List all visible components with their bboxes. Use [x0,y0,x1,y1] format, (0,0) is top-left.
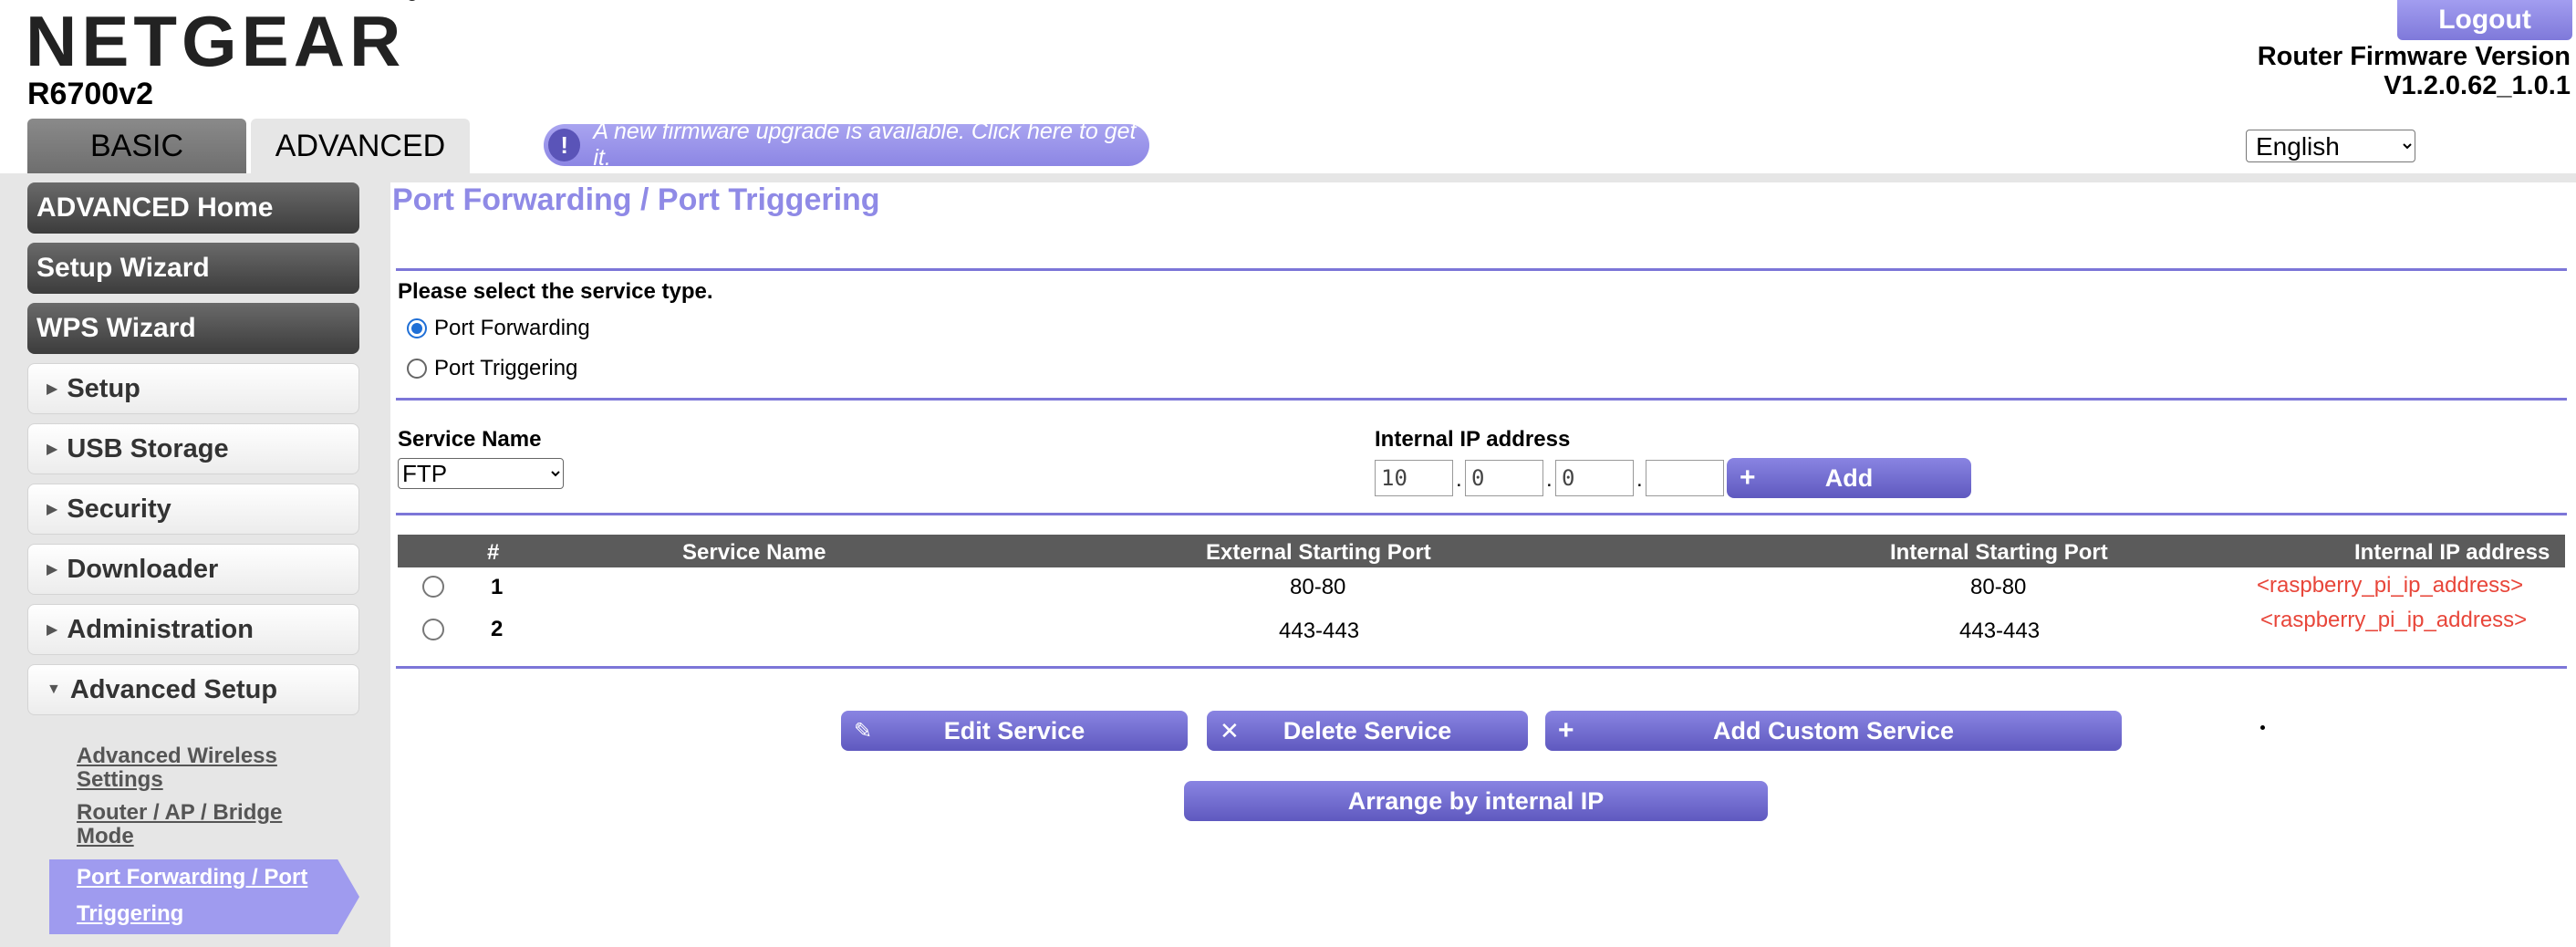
port-triggering-option[interactable]: Port Triggering [407,356,577,381]
tab-basic[interactable]: BASIC [27,119,246,173]
service-name-select[interactable]: FTP [398,458,564,489]
table-header: # Service Name External Starting Port In… [398,535,2565,567]
plus-icon: + [1740,463,1756,493]
firmware-banner-text: A new firmware upgrade is available. Cli… [593,119,1137,171]
triangle-down-icon: ▼ [47,682,61,697]
sidebar-link-router-ap-bridge[interactable]: Router / AP / Bridge Mode [77,801,282,848]
ip-octet-3[interactable] [1555,460,1634,496]
section-divider [396,268,2567,271]
edit-service-label: Edit Service [943,716,1085,744]
col-internal-port: Internal Starting Port [1890,540,2108,565]
triangle-right-icon: ▶ [47,502,58,517]
sidebar-item-usb-storage[interactable]: ▶ USB Storage [27,423,359,474]
page-title: Port Forwarding / Port Triggering [392,182,880,217]
delete-service-label: Delete Service [1283,716,1452,744]
ip-octet-4[interactable] [1646,460,1724,496]
sidebar-item-label: USB Storage [67,433,229,463]
add-button-label: Add [1824,463,1874,492]
section-divider [396,398,2567,401]
col-internal-ip: Internal IP address [2354,540,2550,565]
tab-advanced[interactable]: ADVANCED [251,119,470,173]
edit-service-button[interactable]: ✎ Edit Service [841,711,1188,751]
sidebar-setup-wizard[interactable]: Setup Wizard [27,243,359,294]
row-internal-port: 80-80 [1970,575,2027,599]
sidebar-item-label: Administration [67,614,254,644]
sidebar-link-port-forwarding[interactable]: Port Forwarding / Port Triggering [77,859,350,932]
port-forwarding-option[interactable]: Port Forwarding [407,316,590,341]
row-select-radio[interactable] [422,619,444,640]
row-internal-ip: <raspberry_pi_ip_address> [2257,573,2524,598]
add-custom-service-label: Add Custom Service [1712,716,1955,744]
triangle-right-icon: ▶ [47,562,58,578]
row-number: 1 [491,575,504,599]
sidebar-item-security[interactable]: ▶ Security [27,484,359,535]
delete-service-button[interactable]: ✕ Delete Service [1207,711,1528,751]
x-icon: ✕ [1220,716,1240,744]
sidebar-item-administration[interactable]: ▶ Administration [27,604,359,655]
section-divider [396,666,2567,669]
language-select[interactable]: English [2246,130,2415,162]
ip-octet-2[interactable] [1465,460,1543,496]
firmware-version-label: Router Firmware Version [2257,42,2571,71]
sidebar-item-advanced-setup[interactable]: ▼ Advanced Setup [27,664,359,715]
firmware-version-value: V1.2.0.62_1.0.1 [2384,71,2571,100]
row-internal-port: 443-443 [1959,619,2041,643]
sidebar-advanced-home[interactable]: ADVANCED Home [27,182,359,234]
ip-separator: . [1456,467,1462,492]
ip-separator: . [1636,467,1643,492]
router-model: R6700v2 [27,77,154,111]
ip-octet-1[interactable] [1375,460,1453,496]
firmware-upgrade-banner[interactable]: ! A new firmware upgrade is available. C… [544,119,1149,171]
add-button[interactable]: + Add [1727,458,1971,498]
row-external-port: 443-443 [1279,619,1360,643]
bullet-dot [2260,725,2265,730]
sidebar-item-setup[interactable]: ▶ Setup [27,363,359,414]
triangle-right-icon: ▶ [47,622,58,638]
header-divider [0,173,2576,182]
port-triggering-radio[interactable] [407,359,427,379]
sidebar-item-label: Setup [67,373,140,403]
radio-label: Port Triggering [434,356,578,380]
row-select-radio[interactable] [422,576,444,598]
col-number: # [487,540,500,565]
triangle-right-icon: ▶ [47,381,58,397]
logout-button[interactable]: Logout [2397,0,2572,40]
sidebar-link-advanced-wireless[interactable]: Advanced Wireless Settings [77,744,277,792]
sidebar-item-label: Advanced Setup [69,674,278,704]
add-custom-service-button[interactable]: + Add Custom Service [1545,711,2122,751]
sidebar-item-label: Security [67,494,171,524]
sidebar-item-downloader[interactable]: ▶ Downloader [27,544,359,595]
pencil-icon: ✎ [854,718,873,744]
internal-ip-label: Internal IP address [1375,427,1571,452]
sidebar-item-label: Downloader [67,554,219,584]
service-type-prompt: Please select the service type. [398,279,713,304]
ip-separator: . [1546,467,1553,492]
triangle-right-icon: ▶ [47,442,58,457]
col-external-port: External Starting Port [1206,540,1431,565]
row-external-port: 80-80 [1290,575,1346,599]
radio-label: Port Forwarding [434,316,590,340]
arrange-by-ip-button[interactable]: Arrange by internal IP [1184,781,1768,821]
section-divider [396,513,2567,515]
service-name-label: Service Name [398,427,542,452]
port-forwarding-radio[interactable] [407,318,427,338]
netgear-logo: NETGEAR® [26,0,419,81]
row-number: 2 [491,617,504,641]
plus-icon: + [1558,715,1574,745]
col-service-name: Service Name [682,540,826,565]
exclamation-icon: ! [548,129,581,161]
sidebar-wps-wizard[interactable]: WPS Wizard [27,303,359,354]
row-internal-ip: <raspberry_pi_ip_address> [2260,608,2528,632]
